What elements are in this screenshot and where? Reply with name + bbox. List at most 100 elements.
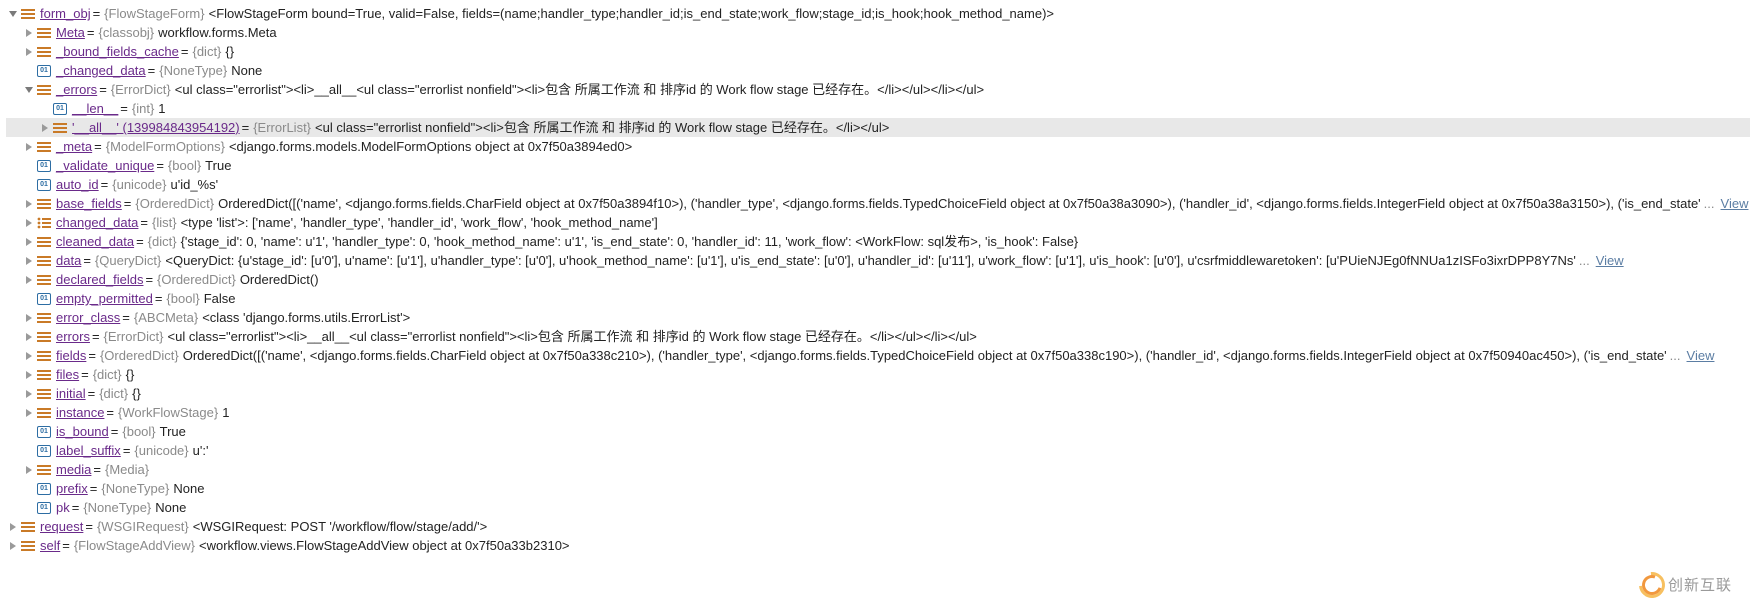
tree-row[interactable]: Meta={classobj}workflow.forms.Meta [6, 23, 1750, 42]
var-name: errors [56, 327, 90, 346]
expand-toggle-closed[interactable] [22, 142, 36, 152]
object-icon [36, 139, 52, 155]
var-type: {OrderedDict} [100, 346, 179, 365]
expand-toggle-closed[interactable] [22, 237, 36, 247]
tree-row[interactable]: self = {FlowStageAddView} <workflow.view… [6, 536, 1750, 555]
var-name: media [56, 460, 91, 479]
tree-row[interactable]: '__all__' (139984843954192)={ErrorList}<… [6, 118, 1750, 137]
view-link[interactable]: View [1721, 194, 1749, 213]
tree-row[interactable]: request = {WSGIRequest} <WSGIRequest: PO… [6, 517, 1750, 536]
tree-row[interactable]: error_class={ABCMeta}<class 'django.form… [6, 308, 1750, 327]
tree-row[interactable]: _errors={ErrorDict}<ul class="errorlist"… [6, 80, 1750, 99]
expand-toggle-open[interactable] [6, 9, 20, 19]
var-name: _changed_data [56, 61, 146, 80]
tree-row[interactable]: cleaned_data={dict}{'stage_id': 0, 'name… [6, 232, 1750, 251]
expand-toggle-closed[interactable] [38, 123, 52, 133]
tree-row[interactable]: 01_changed_data={NoneType}None [6, 61, 1750, 80]
tree-row[interactable]: changed_data={list}<type 'list'>: ['name… [6, 213, 1750, 232]
var-type: {classobj} [99, 23, 155, 42]
view-link[interactable]: View [1596, 251, 1624, 270]
tree-row[interactable]: errors={ErrorDict}<ul class="errorlist">… [6, 327, 1750, 346]
var-value: <workflow.views.FlowStageAddView object … [199, 536, 570, 555]
primitive-icon: 01 [36, 63, 52, 79]
tree-row[interactable]: 01is_bound={bool}True [6, 422, 1750, 441]
var-name: files [56, 365, 79, 384]
tree-row[interactable]: base_fields={OrderedDict}OrderedDict([('… [6, 194, 1750, 213]
dict-icon [36, 348, 52, 364]
var-name: instance [56, 403, 104, 422]
var-value: <ul class="errorlist"><li>__all__<ul cla… [168, 327, 977, 346]
expand-toggle-closed[interactable] [6, 522, 20, 532]
tree-row[interactable]: _meta={ModelFormOptions}<django.forms.mo… [6, 137, 1750, 156]
expand-toggle-closed[interactable] [22, 218, 36, 228]
tree-row[interactable]: _bound_fields_cache={dict}{} [6, 42, 1750, 61]
expand-toggle-closed[interactable] [22, 313, 36, 323]
tree-row[interactable]: instance={WorkFlowStage}1 [6, 403, 1750, 422]
primitive-icon: 01 [36, 424, 52, 440]
var-type: {bool} [166, 289, 199, 308]
tree-row[interactable]: declared_fields={OrderedDict}OrderedDict… [6, 270, 1750, 289]
dict-icon [36, 44, 52, 60]
tree-row[interactable]: 01empty_permitted={bool}False [6, 289, 1750, 308]
var-name: is_bound [56, 422, 109, 441]
expand-toggle-closed[interactable] [6, 541, 20, 551]
tree-row[interactable]: initial={dict}{} [6, 384, 1750, 403]
var-value: u'id_%s' [170, 175, 218, 194]
watermark-logo: 创新互联 [1639, 572, 1732, 598]
tree-row[interactable]: 01__len__={int}1 [6, 99, 1750, 118]
var-value: u':' [193, 441, 209, 460]
object-icon [36, 310, 52, 326]
object-icon [20, 519, 36, 535]
var-type: {bool} [168, 156, 201, 175]
var-type: {NoneType} [83, 498, 151, 517]
expand-toggle-closed[interactable] [22, 275, 36, 285]
var-name: prefix [56, 479, 88, 498]
expand-toggle-closed[interactable] [22, 332, 36, 342]
tree-row[interactable]: 01prefix={NoneType}None [6, 479, 1750, 498]
var-value: <ul class="errorlist nonfield"><li>包含 所属… [315, 118, 889, 137]
var-name: __len__ [72, 99, 118, 118]
tree-row[interactable]: data={QueryDict}<QueryDict: {u'stage_id'… [6, 251, 1750, 270]
var-value: {'stage_id': 0, 'name': u'1', 'handler_t… [181, 232, 1079, 251]
var-type: {dict} [93, 365, 122, 384]
expand-toggle-closed[interactable] [22, 370, 36, 380]
tree-row[interactable]: 01auto_id={unicode}u'id_%s' [6, 175, 1750, 194]
var-value: {} [132, 384, 141, 403]
var-type: {unicode} [134, 441, 188, 460]
expand-toggle-closed[interactable] [22, 47, 36, 57]
expand-toggle-closed[interactable] [22, 408, 36, 418]
var-value: None [231, 61, 262, 80]
tree-row[interactable]: files={dict}{} [6, 365, 1750, 384]
var-value: {} [225, 42, 234, 61]
var-name: fields [56, 346, 86, 365]
var-value: <WSGIRequest: POST '/workflow/flow/stage… [193, 517, 487, 536]
expand-toggle-closed[interactable] [22, 465, 36, 475]
var-type: {OrderedDict} [135, 194, 214, 213]
var-type: {NoneType} [101, 479, 169, 498]
expand-toggle-closed[interactable] [22, 256, 36, 266]
expand-toggle-closed[interactable] [22, 351, 36, 361]
var-name: changed_data [56, 213, 138, 232]
tree-row[interactable]: 01label_suffix={unicode}u':' [6, 441, 1750, 460]
var-value: None [155, 498, 186, 517]
tree-row[interactable]: media={Media} [6, 460, 1750, 479]
var-name: form_obj [40, 4, 91, 23]
tree-row[interactable]: fields={OrderedDict}OrderedDict([('name'… [6, 346, 1750, 365]
primitive-icon: 01 [36, 500, 52, 516]
var-name: _meta [56, 137, 92, 156]
var-name: error_class [56, 308, 120, 327]
expand-toggle-closed[interactable] [22, 389, 36, 399]
var-name: empty_permitted [56, 289, 153, 308]
var-type: {ErrorList} [253, 118, 311, 137]
expand-toggle-closed[interactable] [22, 199, 36, 209]
watermark-text: 创新互联 [1668, 576, 1732, 595]
tree-row[interactable]: 01 pk = {NoneType} None [6, 498, 1750, 517]
expand-toggle-closed[interactable] [22, 28, 36, 38]
var-value: 1 [158, 99, 165, 118]
debugger-tree: form_obj = {FlowStageForm} <FlowStageFor… [0, 0, 1750, 563]
tree-row[interactable]: form_obj = {FlowStageForm} <FlowStageFor… [6, 4, 1750, 23]
tree-row[interactable]: 01_validate_unique={bool}True [6, 156, 1750, 175]
var-type: {int} [132, 99, 154, 118]
view-link[interactable]: View [1687, 346, 1715, 365]
expand-toggle-open[interactable] [22, 85, 36, 95]
